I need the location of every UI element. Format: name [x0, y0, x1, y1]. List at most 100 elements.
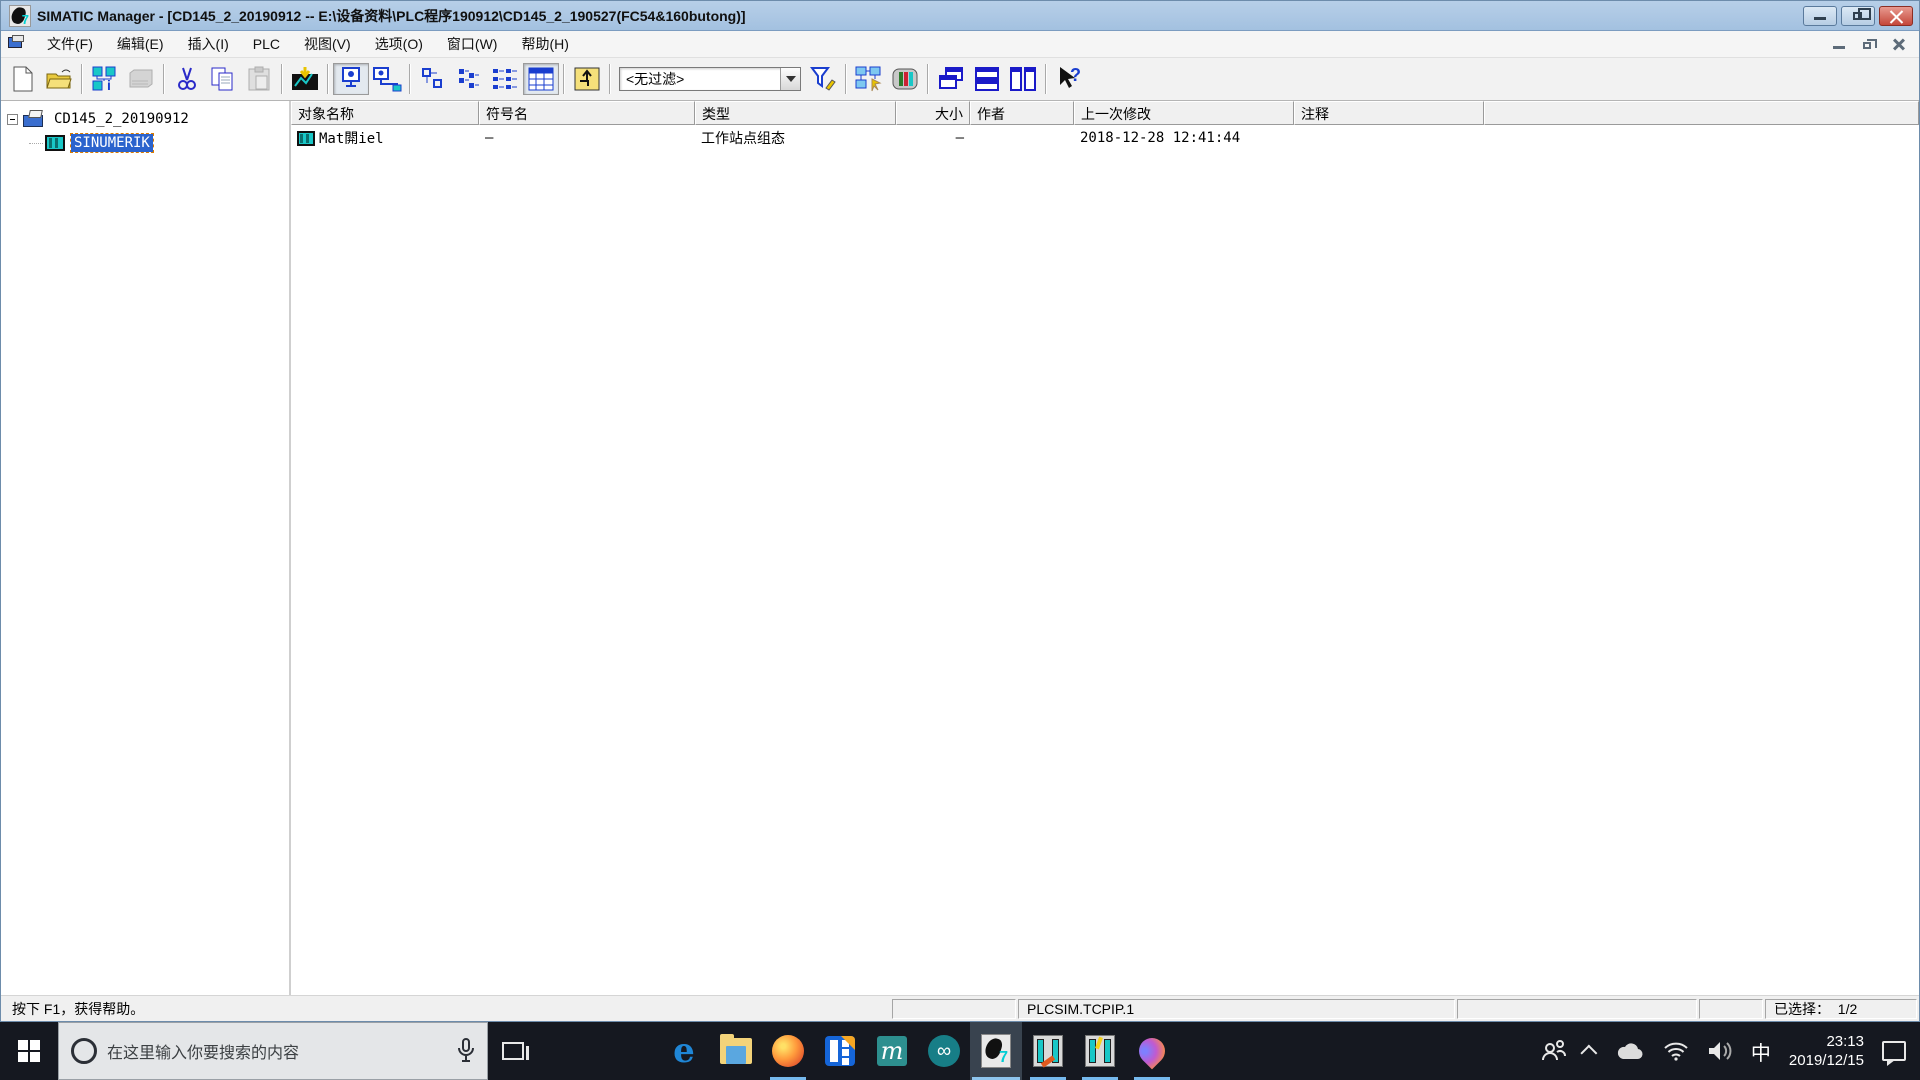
- main-content: CD145_2_20190912 SINUMERIK 对象名称 符号名 类型 大…: [1, 101, 1919, 995]
- up-one-level-button[interactable]: [569, 63, 605, 95]
- tile-horizontal-button[interactable]: [969, 63, 1005, 95]
- tree-child-row[interactable]: SINUMERIK: [5, 131, 285, 155]
- system-tray: 中 23:13 2019/12/15: [1541, 1022, 1920, 1080]
- collapse-icon[interactable]: [7, 113, 18, 125]
- close-button[interactable]: [1879, 5, 1913, 26]
- task-view-button[interactable]: [488, 1022, 538, 1080]
- offline-button[interactable]: [369, 63, 405, 95]
- mdi-restore-icon[interactable]: [1861, 37, 1877, 51]
- column-header-symbol-name[interactable]: 符号名: [479, 101, 695, 125]
- cascade-windows-button[interactable]: [933, 63, 969, 95]
- cell-symbol-name: —: [485, 130, 494, 146]
- wifi-icon[interactable]: [1663, 1041, 1689, 1061]
- taskbar-app-firefox[interactable]: [762, 1022, 814, 1080]
- toolbar-separator: [327, 64, 329, 94]
- microphone-icon[interactable]: [457, 1038, 475, 1064]
- filter-dropdown[interactable]: <无过滤>: [619, 67, 801, 91]
- taskbar-app-hw-config[interactable]: [1074, 1022, 1126, 1080]
- edge-icon: e: [673, 1031, 695, 1071]
- filter-edit-button[interactable]: [805, 63, 841, 95]
- module-info-button[interactable]: [887, 63, 923, 95]
- simatic-s7-icon: 7: [9, 4, 31, 27]
- restore-button[interactable]: [1841, 5, 1875, 26]
- toolbar-separator: [163, 64, 165, 94]
- accessible-nodes-button[interactable]: i: [87, 63, 123, 95]
- tree-root-label[interactable]: CD145_2_20190912: [51, 110, 192, 128]
- minimize-button[interactable]: [1803, 5, 1837, 26]
- ime-indicator[interactable]: 中: [1751, 1037, 1771, 1066]
- taskbar-app-file-explorer[interactable]: [710, 1022, 762, 1080]
- menu-view[interactable]: 视图(V): [292, 30, 363, 58]
- taskbar-app-simatic-manager[interactable]: 7: [970, 1022, 1022, 1080]
- details-view-button[interactable]: [523, 63, 559, 95]
- column-header-comment[interactable]: 注释: [1294, 101, 1484, 125]
- menu-help[interactable]: 帮助(H): [509, 30, 580, 58]
- column-header-last-modified[interactable]: 上一次修改: [1074, 101, 1294, 125]
- column-header-type[interactable]: 类型: [695, 101, 896, 125]
- tile-vertical-button[interactable]: [1005, 63, 1041, 95]
- menu-options[interactable]: 选项(O): [363, 30, 435, 58]
- file-explorer-icon: [720, 1034, 752, 1064]
- station-icon: [297, 130, 315, 146]
- tree-child-label[interactable]: SINUMERIK: [70, 133, 154, 153]
- download-button[interactable]: [287, 63, 323, 95]
- taskbar-app-plc-editor[interactable]: [1022, 1022, 1074, 1080]
- taskbar-app-edge[interactable]: e: [658, 1022, 710, 1080]
- list-view-button[interactable]: [487, 63, 523, 95]
- plc-editor-icon: [1033, 1035, 1063, 1068]
- mdi-minimize-icon[interactable]: [1831, 37, 1847, 51]
- simulation-button[interactable]: [851, 63, 887, 95]
- taskbar-app-map-pin[interactable]: [1126, 1022, 1178, 1080]
- column-header-author[interactable]: 作者: [970, 101, 1074, 125]
- toolbar-separator: [563, 64, 565, 94]
- taskbar-clock[interactable]: 23:13 2019/12/15: [1789, 1032, 1864, 1070]
- title-bar: 7 SIMATIC Manager - [CD145_2_20190912 --…: [1, 1, 1919, 31]
- onedrive-cloud-icon[interactable]: [1615, 1041, 1645, 1061]
- column-header-size[interactable]: 大小: [896, 101, 970, 125]
- windows-logo-icon: [18, 1040, 40, 1062]
- memory-card-button[interactable]: [123, 63, 159, 95]
- table-row[interactable]: Mat閞iel — 工作站点组态 — 2018-12-28 12:41:44: [291, 125, 1919, 151]
- search-input[interactable]: 在这里输入你要搜索的内容: [58, 1022, 488, 1080]
- status-help-text: 按下 F1，获得帮助。: [3, 998, 890, 1019]
- video-app-icon: [825, 1036, 855, 1066]
- menu-edit[interactable]: 编辑(E): [105, 30, 176, 58]
- menu-plc[interactable]: PLC: [241, 32, 292, 56]
- hw-config-icon: [1085, 1035, 1115, 1067]
- column-header-object-name[interactable]: 对象名称: [291, 101, 479, 125]
- start-button[interactable]: [0, 1022, 58, 1080]
- menu-file[interactable]: 文件(F): [35, 30, 105, 58]
- small-icons-button[interactable]: [451, 63, 487, 95]
- mdi-close-icon[interactable]: [1891, 37, 1907, 51]
- online-button[interactable]: [333, 63, 369, 95]
- paste-button[interactable]: [241, 63, 277, 95]
- svg-text:?: ?: [1070, 66, 1081, 85]
- status-selection-label: 已选择：: [1774, 1000, 1830, 1017]
- window-title: SIMATIC Manager - [CD145_2_20190912 -- E…: [37, 7, 746, 24]
- menu-window[interactable]: 窗口(W): [435, 30, 510, 58]
- open-button[interactable]: [41, 63, 77, 95]
- people-icon[interactable]: [1541, 1039, 1567, 1063]
- taskbar-app-m[interactable]: m: [866, 1022, 918, 1080]
- project-window-icon[interactable]: [7, 35, 27, 53]
- large-icons-button[interactable]: [415, 63, 451, 95]
- help-pointer-button[interactable]: ?: [1051, 63, 1087, 95]
- menu-insert[interactable]: 插入(I): [176, 30, 241, 58]
- taskbar-app-arduino[interactable]: ∞: [918, 1022, 970, 1080]
- cell-type: 工作站点组态: [701, 131, 785, 147]
- taskbar-date: 2019/12/15: [1788, 1052, 1864, 1069]
- action-center-icon[interactable]: [1882, 1041, 1906, 1066]
- new-button[interactable]: [5, 63, 41, 95]
- taskbar-apps: e m ∞ 7: [658, 1022, 1178, 1080]
- chevron-up-icon[interactable]: [1580, 1044, 1598, 1062]
- filter-dropdown-arrow[interactable]: [780, 68, 800, 90]
- copy-button[interactable]: [205, 63, 241, 95]
- taskbar-time: 23:13: [1826, 1033, 1864, 1050]
- cell-object-name[interactable]: Mat閞iel: [291, 128, 479, 148]
- tree-root-row[interactable]: CD145_2_20190912: [5, 107, 285, 131]
- status-bar: 按下 F1，获得帮助。 PLCSIM.TCPIP.1 已选择： 1/2: [1, 995, 1919, 1021]
- taskbar-app-video[interactable]: [814, 1022, 866, 1080]
- cut-button[interactable]: [169, 63, 205, 95]
- volume-icon[interactable]: [1707, 1040, 1733, 1062]
- filter-value: <无过滤>: [626, 71, 685, 87]
